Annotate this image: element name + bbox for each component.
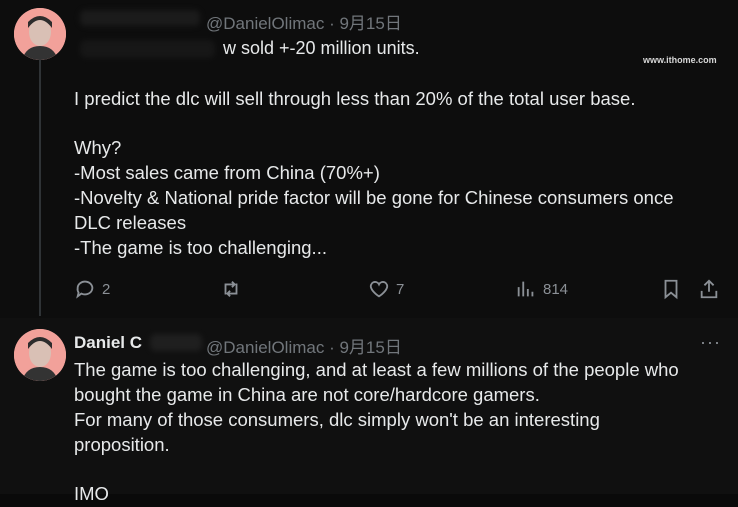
tweet-text-line: proposition. [74, 434, 170, 455]
avatar-image [14, 329, 66, 381]
bookmark-icon [664, 279, 678, 300]
tweet-text-line: -Most sales came from China (70%+) [74, 162, 380, 183]
handle-date[interactable]: @DanielOlimac · 9月15日 [206, 9, 402, 34]
display-name[interactable]: Daniel C [74, 333, 142, 353]
avatar[interactable] [14, 329, 66, 381]
avatar-image [14, 8, 66, 60]
views-count: 814 [543, 280, 569, 298]
reply-icon [76, 280, 94, 299]
tweet-1[interactable]: @DanielOlimac · 9月15日 w sold +-20 millio… [0, 0, 738, 318]
reply-count: 2 [102, 280, 111, 298]
tweet-text-line: The game is too challenging, and at leas… [74, 359, 679, 380]
like-button[interactable]: 7 [368, 276, 404, 302]
watermark: www.ithome.com [643, 55, 717, 65]
tweet-text-line: -Novelty & National pride factor will be… [74, 187, 674, 208]
tweet-text-line: DLC releases [74, 212, 187, 233]
blurred-name [80, 10, 200, 26]
repost-icon [224, 281, 238, 297]
share-button[interactable] [698, 276, 720, 302]
tweet-text-line: I predict the dlc will sell through less… [74, 88, 636, 109]
thread-line [39, 60, 41, 316]
like-icon [369, 281, 389, 298]
tweet-text-line: w sold +-20 million units. [223, 38, 420, 58]
views-icon [517, 281, 534, 297]
handle-date[interactable]: @DanielOlimac · 9月15日 [206, 333, 402, 358]
avatar[interactable] [14, 8, 66, 60]
tweet-text-line: IMO [74, 483, 109, 504]
like-count: 7 [396, 280, 405, 298]
more-icon[interactable]: ··· [700, 332, 721, 353]
tweet-text-line: Why? [74, 137, 122, 158]
blurred-name [150, 334, 202, 351]
blurred-text [80, 40, 215, 58]
share-icon [700, 279, 718, 299]
reply-button[interactable]: 2 [74, 276, 110, 302]
bookmark-button[interactable] [660, 276, 682, 302]
tweet-text-line: bought the game in China are not core/ha… [74, 384, 540, 405]
tweet-text-line: For many of those consumers, dlc simply … [74, 409, 600, 430]
repost-button[interactable] [220, 276, 242, 302]
views-button[interactable]: 814 [515, 276, 568, 302]
tweet-text-line: -The game is too challenging... [74, 237, 327, 258]
